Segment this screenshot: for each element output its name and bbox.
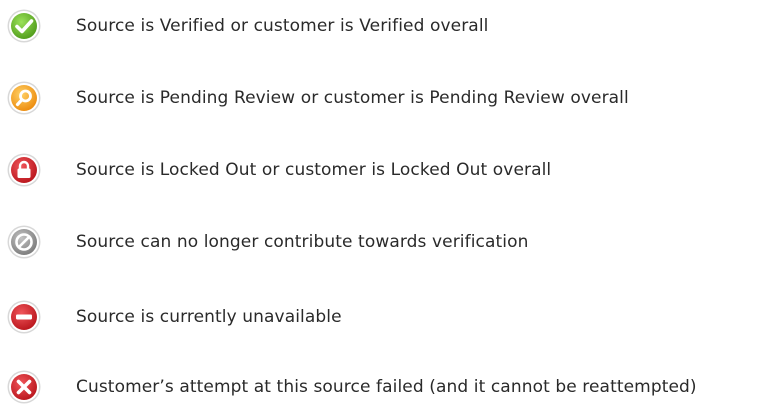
legend-item-label: Source is Locked Out or customer is Lock… bbox=[76, 160, 552, 180]
legend-item-verified: Source is Verified or customer is Verifi… bbox=[6, 6, 488, 46]
legend-item-unavailable: Source is currently unavailable bbox=[6, 297, 342, 337]
magnifier-icon bbox=[6, 80, 42, 116]
legend-item-label: Source is currently unavailable bbox=[76, 307, 342, 327]
legend-item-label: Source is Pending Review or customer is … bbox=[76, 88, 629, 108]
legend-item-attempt-failed: Customer’s attempt at this source failed… bbox=[6, 367, 697, 407]
legend-item-pending-review: Source is Pending Review or customer is … bbox=[6, 78, 629, 118]
legend-item-label: Source can no longer contribute towards … bbox=[76, 232, 529, 252]
status-legend: Source is Verified or customer is Verifi… bbox=[0, 0, 772, 414]
x-icon bbox=[6, 369, 42, 405]
check-icon bbox=[6, 8, 42, 44]
legend-item-label: Source is Verified or customer is Verifi… bbox=[76, 16, 489, 36]
legend-item-no-longer-contributes: Source can no longer contribute towards … bbox=[6, 222, 528, 262]
prohibited-icon bbox=[6, 224, 42, 260]
minus-icon bbox=[6, 299, 42, 335]
legend-item-label: Customer’s attempt at this source failed… bbox=[76, 377, 697, 397]
legend-item-locked-out: Source is Locked Out or customer is Lock… bbox=[6, 150, 551, 190]
lock-icon bbox=[6, 152, 42, 188]
